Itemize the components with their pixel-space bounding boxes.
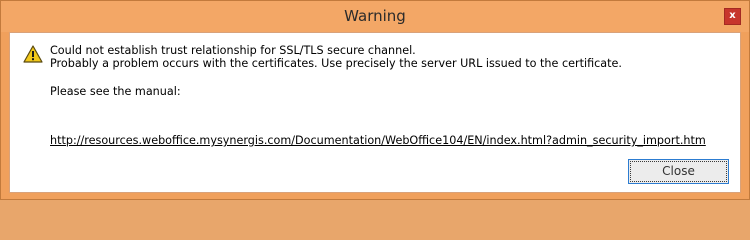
manual-label: Please see the manual: xyxy=(50,85,181,98)
dialog-title: Warning xyxy=(344,7,406,25)
error-message-line2: Probably a problem occurs with the certi… xyxy=(50,57,622,70)
close-icon[interactable]: x xyxy=(724,8,741,25)
close-button-label: Close xyxy=(662,164,695,178)
manual-link[interactable]: http://resources.weboffice.mysynergis.co… xyxy=(50,134,706,147)
error-message-line1: Could not establish trust relationship f… xyxy=(50,44,416,57)
warning-icon xyxy=(23,45,43,63)
title-bar[interactable]: Warning x xyxy=(1,1,749,32)
dialog-body: Could not establish trust relationship f… xyxy=(9,32,741,193)
close-button[interactable]: Close xyxy=(628,159,729,184)
warning-dialog: Warning x Could not establish trust rela… xyxy=(0,0,750,200)
